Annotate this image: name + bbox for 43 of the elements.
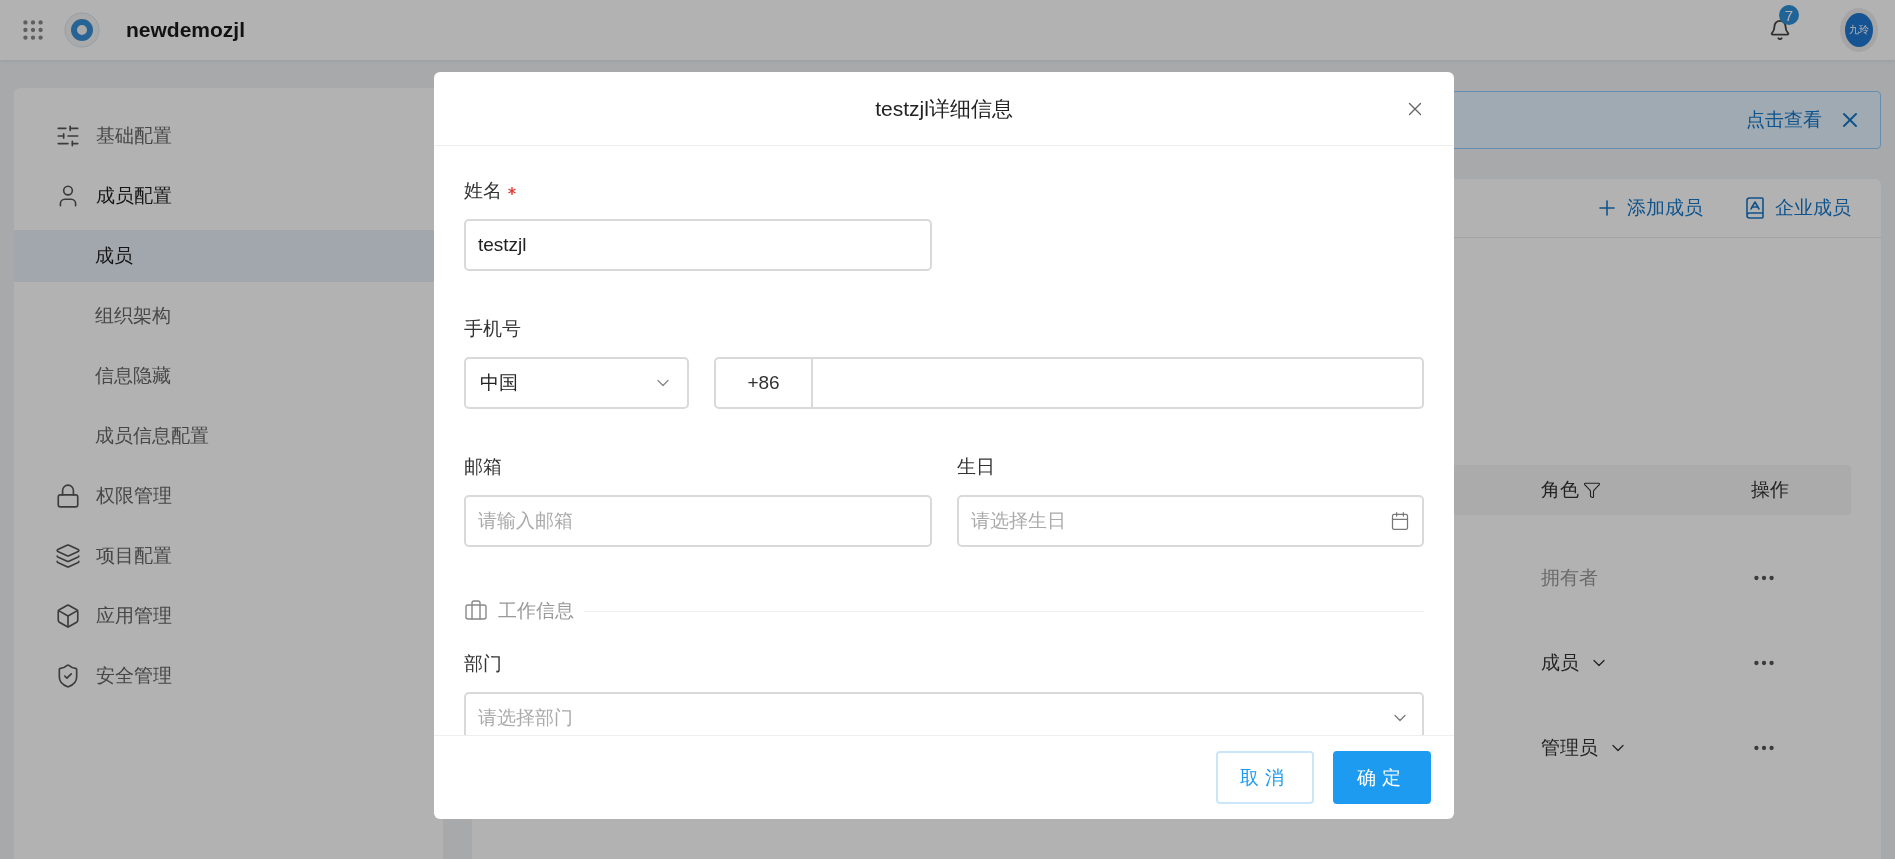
column-header: 操作 — [1751, 478, 1789, 502]
field-label: 姓名 — [464, 179, 502, 203]
add-member-button[interactable]: 添加成员 — [1595, 195, 1703, 221]
sidebar-item[interactable]: 基础配置 — [14, 106, 443, 166]
role-cell-text: 拥有者 — [1541, 565, 1598, 590]
sidebar-item[interactable]: 项目配置 — [14, 526, 443, 586]
confirm-button[interactable]: 确定 — [1333, 751, 1431, 804]
calendar-icon — [1390, 511, 1410, 531]
field-label: 部门 — [464, 652, 502, 676]
role-cell[interactable]: 成员 — [1541, 649, 1579, 676]
department-select[interactable]: 请选择部门 — [464, 692, 1424, 735]
email-input[interactable]: 请输入邮箱 — [464, 495, 932, 547]
app-name: newdemozjl — [126, 18, 246, 42]
birthday-picker[interactable]: 请选择生日 — [956, 495, 1424, 547]
menu-icon — [55, 603, 81, 629]
section-title: 工作信息 — [498, 599, 574, 623]
column-header: 角色 — [1541, 478, 1579, 502]
filter-icon[interactable] — [1583, 481, 1601, 499]
sidebar-item[interactable]: 成员配置 — [14, 166, 443, 226]
dialog-title: testzjl详细信息 — [875, 95, 1013, 122]
country-code: +86 — [714, 357, 813, 409]
phone-input[interactable] — [813, 357, 1424, 409]
field-label: 邮箱 — [464, 455, 502, 479]
cancel-button[interactable]: 取消 — [1216, 751, 1314, 804]
view-link[interactable]: 点击查看 — [1746, 107, 1822, 133]
country-select[interactable]: 中国 — [464, 357, 689, 409]
logo-icon — [64, 12, 100, 48]
field-label: 生日 — [956, 455, 995, 479]
book-icon — [1743, 196, 1767, 220]
menu-icon — [55, 483, 81, 509]
name-input[interactable]: testzjl — [464, 219, 932, 271]
menu-icon — [55, 543, 81, 569]
notification-bell-icon[interactable] — [1769, 19, 1791, 41]
briefcase-icon — [464, 599, 488, 623]
company-members-button[interactable]: 企业成员 — [1743, 195, 1851, 221]
sidebar-item[interactable]: 应用管理 — [14, 586, 443, 646]
notification-badge: 7 — [1779, 5, 1799, 25]
menu-icon — [55, 123, 81, 149]
apps-grid-icon[interactable] — [20, 17, 46, 43]
role-cell[interactable]: 管理员 — [1541, 734, 1598, 761]
sidebar-item[interactable]: 权限管理 — [14, 466, 443, 526]
field-label: 手机号 — [464, 317, 521, 341]
sidebar-item[interactable]: 安全管理 — [14, 646, 443, 706]
